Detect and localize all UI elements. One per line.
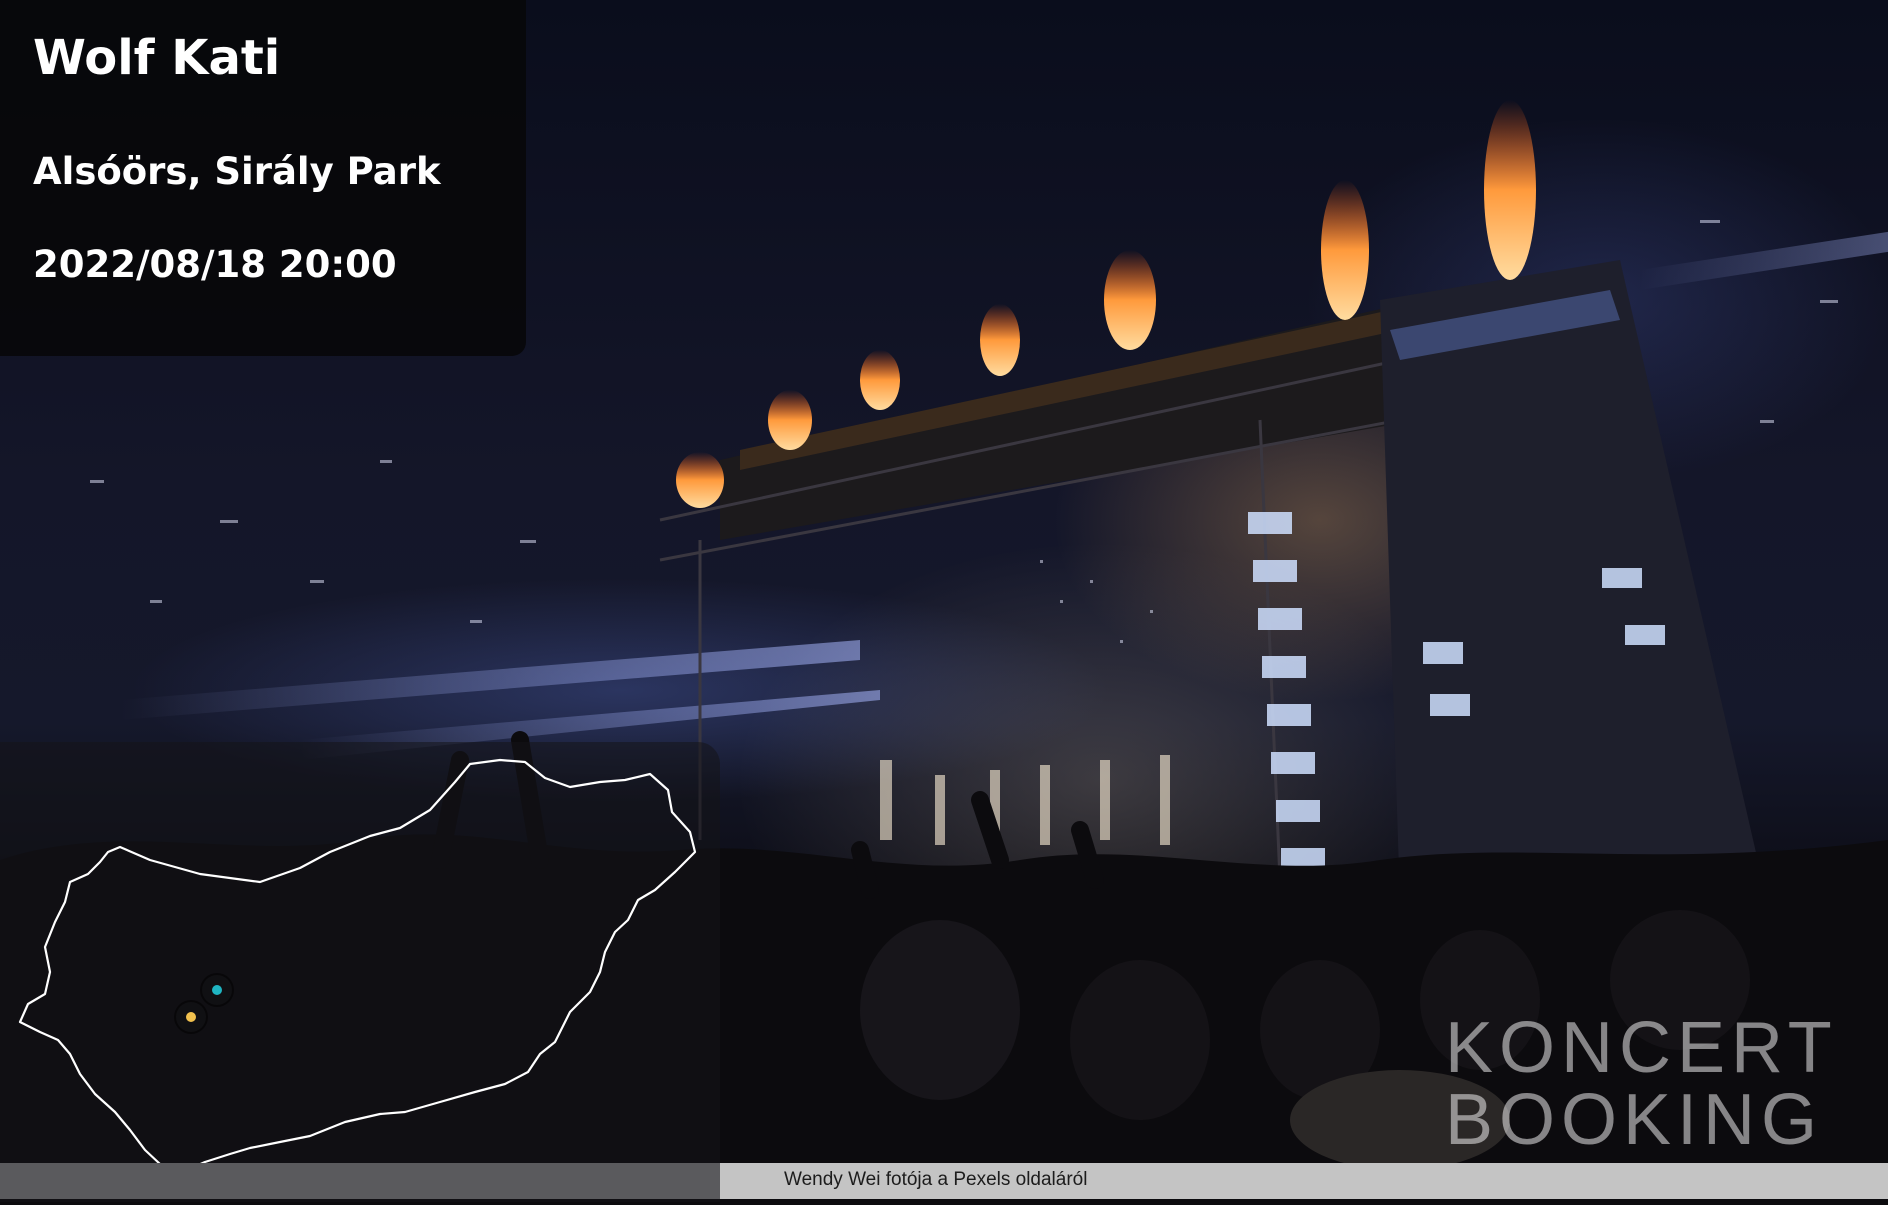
hungary-outline-map [18,758,697,1174]
event-datetime: 2022/08/18 20:00 [33,243,397,286]
event-info-panel: Wolf Kati Alsóörs, Sirály Park 2022/08/1… [0,0,526,356]
logo-line-1: KONCERT [1445,1008,1838,1088]
credit-bar-left [0,1163,720,1199]
event-venue: Alsóörs, Sirály Park [33,150,441,193]
koncert-booking-logo: KONCERT BOOKING [1445,1012,1838,1156]
photo-credit: Wendy Wei fotója a Pexels oldaláról [784,1169,1088,1190]
logo-line-2: BOOKING [1445,1080,1824,1160]
artist-name: Wolf Kati [33,30,281,86]
map-pin-yellow[interactable] [176,1002,206,1032]
map-pin-teal[interactable] [202,975,232,1005]
hungary-border [18,758,697,1174]
